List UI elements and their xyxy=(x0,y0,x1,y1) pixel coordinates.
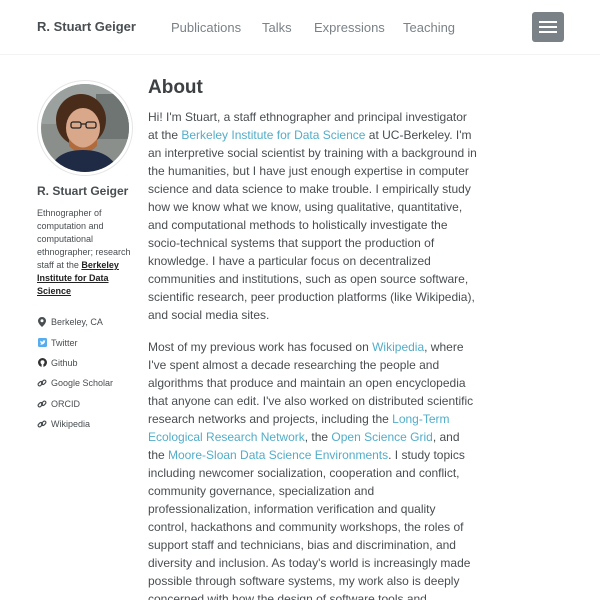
twitter-icon xyxy=(37,338,47,348)
orcid-link[interactable]: ORCID xyxy=(37,394,137,414)
bids-inline-link[interactable]: Berkeley Institute for Data Science xyxy=(181,128,365,142)
menu-toggle-button[interactable] xyxy=(532,12,564,42)
location-label: Berkeley, CA xyxy=(51,317,103,328)
open-science-grid-link[interactable]: Open Science Grid xyxy=(331,430,432,444)
twitter-label[interactable]: Twitter xyxy=(51,338,78,348)
site-title-link[interactable]: R. Stuart Geiger xyxy=(37,19,136,34)
wikipedia-label[interactable]: Wikipedia xyxy=(51,419,90,429)
github-label[interactable]: Github xyxy=(51,358,78,368)
github-link[interactable]: Github xyxy=(37,353,137,373)
location-item: Berkeley, CA xyxy=(37,312,137,332)
google-scholar-label[interactable]: Google Scholar xyxy=(51,378,113,388)
orcid-label[interactable]: ORCID xyxy=(51,399,80,409)
moore-sloan-link[interactable]: Moore-Sloan Data Science Environments xyxy=(168,448,388,462)
link-icon xyxy=(37,378,47,388)
google-scholar-link[interactable]: Google Scholar xyxy=(37,373,137,393)
hamburger-icon xyxy=(539,21,557,23)
link-icon xyxy=(37,399,47,409)
map-marker-icon xyxy=(37,317,47,328)
author-bio: Ethnographer of computation and computat… xyxy=(37,208,131,296)
nav-teaching[interactable]: Teaching xyxy=(403,20,455,35)
avatar-photo xyxy=(41,84,129,172)
author-avatar xyxy=(37,80,133,176)
nav-publications[interactable]: Publications xyxy=(171,20,241,35)
author-sidebar: R. Stuart Geiger Ethnographer of computa… xyxy=(37,80,137,434)
research-paragraph: Most of my previous work has focused on … xyxy=(148,340,474,600)
page-content: About Hi! I'm Stuart, a staff ethnograph… xyxy=(148,76,478,600)
twitter-link[interactable]: Twitter xyxy=(37,332,137,352)
nav-talks[interactable]: Talks xyxy=(262,20,292,35)
page-title: About xyxy=(148,77,203,98)
intro-paragraph: Hi! I'm Stuart, a staff ethnographer and… xyxy=(148,110,477,322)
author-name: R. Stuart Geiger xyxy=(37,184,129,198)
github-icon xyxy=(37,358,47,368)
author-links: Berkeley, CA Twitter Github Google Schol… xyxy=(37,312,137,434)
link-icon xyxy=(37,419,47,429)
masthead: R. Stuart Geiger Publications Talks Expr… xyxy=(0,0,600,55)
nav-expressions[interactable]: Expressions xyxy=(314,20,385,35)
wikipedia-link[interactable]: Wikipedia xyxy=(37,414,137,434)
wikipedia-inline-link[interactable]: Wikipedia xyxy=(372,340,424,354)
